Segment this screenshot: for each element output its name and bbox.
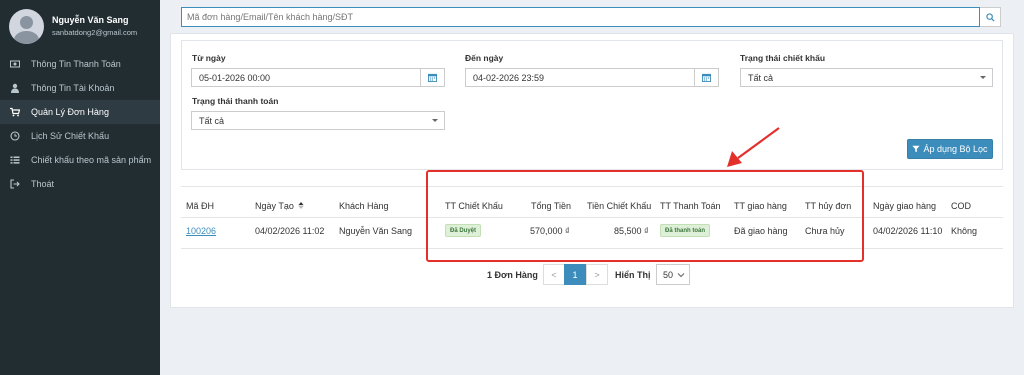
pagination-prev-button[interactable]: < <box>543 264 565 285</box>
discount-status-select[interactable]: Tất cả <box>740 68 993 87</box>
sidebar-item-label: Thông Tin Tài Khoản <box>31 83 115 93</box>
from-date-label: Từ ngày <box>192 53 226 63</box>
filter-panel <box>181 40 1003 170</box>
to-date-input[interactable]: 04-02-2026 23:59 <box>465 68 695 87</box>
user-icon <box>10 83 20 93</box>
from-date-picker-button[interactable] <box>421 68 445 87</box>
cart-icon <box>10 107 20 117</box>
sidebar-item-payment-info[interactable]: Thông Tin Thanh Toán <box>0 52 160 76</box>
search-button[interactable] <box>980 7 1001 27</box>
chevron-down-icon <box>432 119 438 122</box>
calendar-icon <box>428 73 437 82</box>
apply-filter-button[interactable]: Áp dụng Bộ Lọc <box>907 139 993 159</box>
payment-status-value: Tất cả <box>199 115 225 126</box>
discount-status-value: Tất cả <box>748 72 774 83</box>
avatar <box>9 8 44 44</box>
calendar-icon <box>702 73 711 82</box>
to-date-value: 04-02-2026 23:59 <box>473 72 545 83</box>
to-date-picker-button[interactable] <box>695 68 719 87</box>
user-name: Nguyễn Văn Sang <box>52 15 129 25</box>
sort-icon <box>298 202 304 209</box>
order-id-link[interactable]: 100206 <box>186 226 216 236</box>
to-date-label: Đến ngày <box>465 53 504 63</box>
pagination-page-button[interactable]: 1 <box>564 264 586 285</box>
cell-cod: Không <box>951 226 978 236</box>
sidebar-item-label: Quản Lý Đơn Hàng <box>31 107 109 117</box>
sidebar-item-logout[interactable]: Thoát <box>0 172 160 196</box>
column-header-order-id: Mã ĐH <box>186 201 215 211</box>
sidebar: Nguyễn Văn Sang sanbatdong2@gmail.com Th… <box>0 0 160 375</box>
sidebar-item-account-info[interactable]: Thông Tin Tài Khoản <box>0 76 160 100</box>
sidebar-item-order-management[interactable]: Quản Lý Đơn Hàng <box>0 100 160 124</box>
sidebar-item-label: Thoát <box>31 179 55 189</box>
clock-icon <box>10 131 20 141</box>
sign-out-icon <box>10 179 20 189</box>
column-header-delivery-date: Ngày giao hàng <box>873 201 937 211</box>
cell-created: 04/02/2026 11:02 <box>255 226 325 236</box>
page-size-select[interactable]: 50 <box>656 264 690 285</box>
sidebar-menu: Thông Tin Thanh Toán Thông Tin Tài Khoản… <box>0 52 160 196</box>
search-bar <box>181 7 1001 27</box>
from-date-input[interactable]: 05-01-2026 00:00 <box>191 68 421 87</box>
pagination-next-button[interactable]: > <box>586 264 608 285</box>
chevron-down-icon <box>677 272 685 277</box>
payment-status-select[interactable]: Tất cả <box>191 111 445 130</box>
user-info: Nguyễn Văn Sang sanbatdong2@gmail.com <box>52 15 137 37</box>
payment-status-label: Trạng thái thanh toán <box>192 96 279 106</box>
sidebar-item-product-discount[interactable]: Chiết khấu theo mã sản phẩm <box>0 148 160 172</box>
cell-customer: Nguyễn Văn Sang <box>339 226 413 236</box>
cell-delivery-date: 04/02/2026 11:10 <box>873 226 943 236</box>
column-header-label: Ngày Tạo <box>255 201 294 211</box>
apply-filter-label: Áp dụng Bộ Lọc <box>923 144 988 154</box>
search-input[interactable] <box>181 7 980 27</box>
sidebar-item-label: Thông Tin Thanh Toán <box>31 59 121 69</box>
order-count: 1 Đơn Hàng <box>487 270 538 280</box>
sidebar-item-discount-history[interactable]: Lịch Sử Chiết Khấu <box>0 124 160 148</box>
money-icon <box>10 59 20 69</box>
chevron-down-icon <box>980 76 986 79</box>
search-icon <box>985 12 995 22</box>
column-header-cod: COD <box>951 201 971 211</box>
user-email: sanbatdong2@gmail.com <box>52 28 138 37</box>
discount-status-label: Trạng thái chiết khấu <box>740 53 826 63</box>
column-header-customer: Khách Hàng <box>339 201 389 211</box>
sidebar-item-label: Chiết khấu theo mã sản phẩm <box>31 155 152 165</box>
sidebar-item-label: Lịch Sử Chiết Khấu <box>31 131 110 141</box>
from-date-value: 05-01-2026 00:00 <box>199 72 271 83</box>
page-size-label: Hiển Thị <box>615 270 651 280</box>
list-icon <box>10 155 20 165</box>
column-header-created[interactable]: Ngày Tạo <box>255 201 304 211</box>
page-size-value: 50 <box>663 269 674 280</box>
annotation-highlight-box <box>426 170 864 262</box>
user-panel: Nguyễn Văn Sang sanbatdong2@gmail.com <box>0 0 160 52</box>
filter-icon <box>912 145 921 153</box>
